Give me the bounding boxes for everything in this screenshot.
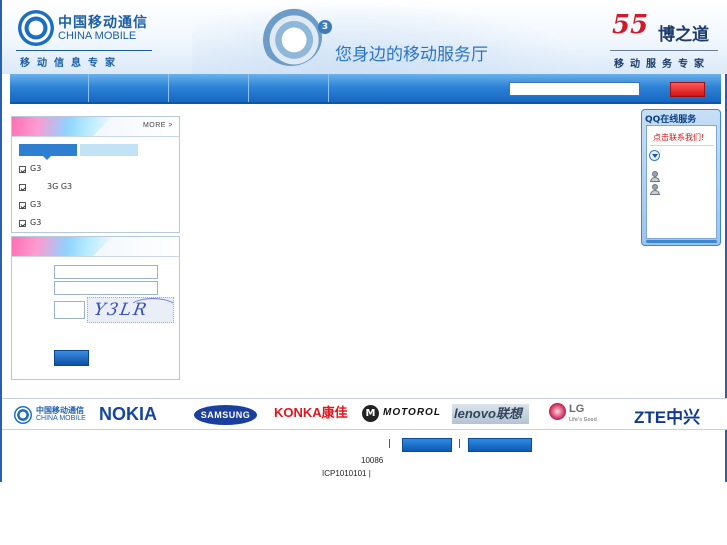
document-icon: [19, 184, 26, 191]
partner-name: 博之道: [658, 25, 709, 45]
logo-divider: [16, 50, 152, 51]
news-item[interactable]: G3: [19, 199, 169, 217]
news-tab-inactive[interactable]: [80, 144, 138, 156]
brand-china-mobile-en: CHINA MOBILE: [36, 415, 86, 422]
login-button[interactable]: [54, 350, 89, 366]
nav-item-3[interactable]: [170, 74, 249, 102]
news-item-label: G3: [30, 218, 42, 227]
news-item[interactable]: 3G G3: [19, 181, 169, 199]
qq-widget-bottom: [646, 240, 717, 243]
news-item-label: G3: [30, 164, 42, 173]
partner-slogan: 移动服务专家: [614, 59, 710, 70]
main-nav: [10, 74, 721, 104]
captcha-noise: [128, 298, 173, 320]
password-field[interactable]: [54, 281, 158, 295]
more-link[interactable]: MORE >: [143, 122, 173, 129]
qq-title: QQ在线服务: [645, 115, 697, 125]
header-banner: 中国移动通信 CHINA MOBILE 移动信息专家 3 您身边的移动服务厅 5…: [2, 0, 727, 74]
qq-body: 点击联系我们!: [646, 125, 717, 239]
document-icon: [19, 166, 26, 173]
login-panel: Y3LR: [11, 236, 180, 380]
brand-samsung[interactable]: SAMSUNG: [194, 405, 257, 425]
news-item[interactable]: G3: [19, 163, 169, 181]
qq-person-icon[interactable]: [650, 184, 660, 195]
page-frame: 中国移动通信 CHINA MOBILE 移动信息专家 3 您身边的移动服务厅 5…: [0, 0, 727, 482]
brand-konka[interactable]: KONKA康佳: [274, 403, 354, 423]
qq-divider: [650, 145, 714, 146]
motorola-icon: M: [362, 405, 379, 422]
china-mobile-logo[interactable]: 中国移动通信 CHINA MOBILE 移动信息专家: [16, 8, 156, 69]
china-mobile-emblem-icon: [18, 10, 54, 46]
news-item[interactable]: G3: [19, 217, 169, 235]
g3-badge: 3: [318, 20, 332, 34]
footer: | | 10086 ICP1010101 |: [2, 430, 727, 482]
brand-lg-tagline: Life's Good: [569, 417, 597, 423]
nav-item-1[interactable]: [10, 74, 89, 102]
captcha-image[interactable]: Y3LR: [87, 297, 174, 323]
qq-service-widget: QQ在线服务 点击联系我们!: [641, 109, 721, 246]
china-mobile-emblem-icon: [14, 406, 32, 424]
document-icon: [19, 202, 26, 209]
brand-nokia[interactable]: NOKIA: [99, 404, 157, 428]
captcha-field[interactable]: [54, 301, 85, 319]
document-icon: [19, 220, 26, 227]
panel-header-decoration: [12, 237, 112, 256]
brand-strip: 中国移动通信 CHINA MOBILE NOKIA SAMSUNG KONKA康…: [2, 398, 727, 430]
brand-lg-label: LG: [569, 403, 585, 415]
brand-motorola-label: MOTOROL: [383, 407, 441, 418]
news-item-label: G3: [30, 200, 42, 209]
news-list: G3 3G G3 G3 G3: [19, 163, 169, 235]
qq-contact-link[interactable]: 点击联系我们!: [653, 132, 704, 143]
panel-header-decoration: [12, 117, 112, 136]
news-panel-header: MORE >: [12, 117, 179, 137]
footer-link-button-1[interactable]: [402, 438, 452, 452]
nav-item-2[interactable]: [90, 74, 169, 102]
news-item-label: 3G G3: [47, 182, 73, 191]
brand-lenovo[interactable]: lenovo联想: [452, 404, 529, 424]
qq-person-icon[interactable]: [650, 171, 660, 182]
partner-logo[interactable]: 55 博之道 移动服务专家: [608, 6, 720, 70]
partner-mark-icon: 55: [612, 10, 649, 40]
partner-divider: [610, 50, 718, 51]
footer-link-button-2[interactable]: [468, 438, 532, 452]
nav-item-4[interactable]: [250, 74, 329, 102]
lg-face-icon: [549, 403, 566, 420]
china-mobile-name-en: CHINA MOBILE: [58, 30, 137, 42]
news-panel: MORE > G3 3G G3 G3 G3: [11, 116, 180, 233]
footer-separator: |: [458, 439, 462, 449]
g3-slogan: 您身边的移动服务厅: [335, 45, 488, 65]
footer-separator: |: [388, 439, 392, 449]
china-mobile-slogan: 移动信息专家: [20, 58, 122, 69]
search-input[interactable]: [509, 82, 640, 96]
news-tab-active[interactable]: [19, 144, 77, 160]
search-button[interactable]: [670, 82, 705, 97]
china-mobile-name-cn: 中国移动通信: [58, 15, 148, 31]
chevron-down-icon[interactable]: [649, 150, 660, 161]
footer-hotline: 10086: [361, 456, 384, 465]
g3-logo-icon: [260, 8, 322, 66]
login-panel-header: [12, 237, 179, 257]
footer-icp: ICP1010101 |: [322, 469, 371, 478]
brand-zte[interactable]: ZTE中兴: [634, 403, 700, 427]
username-field[interactable]: [54, 265, 158, 279]
